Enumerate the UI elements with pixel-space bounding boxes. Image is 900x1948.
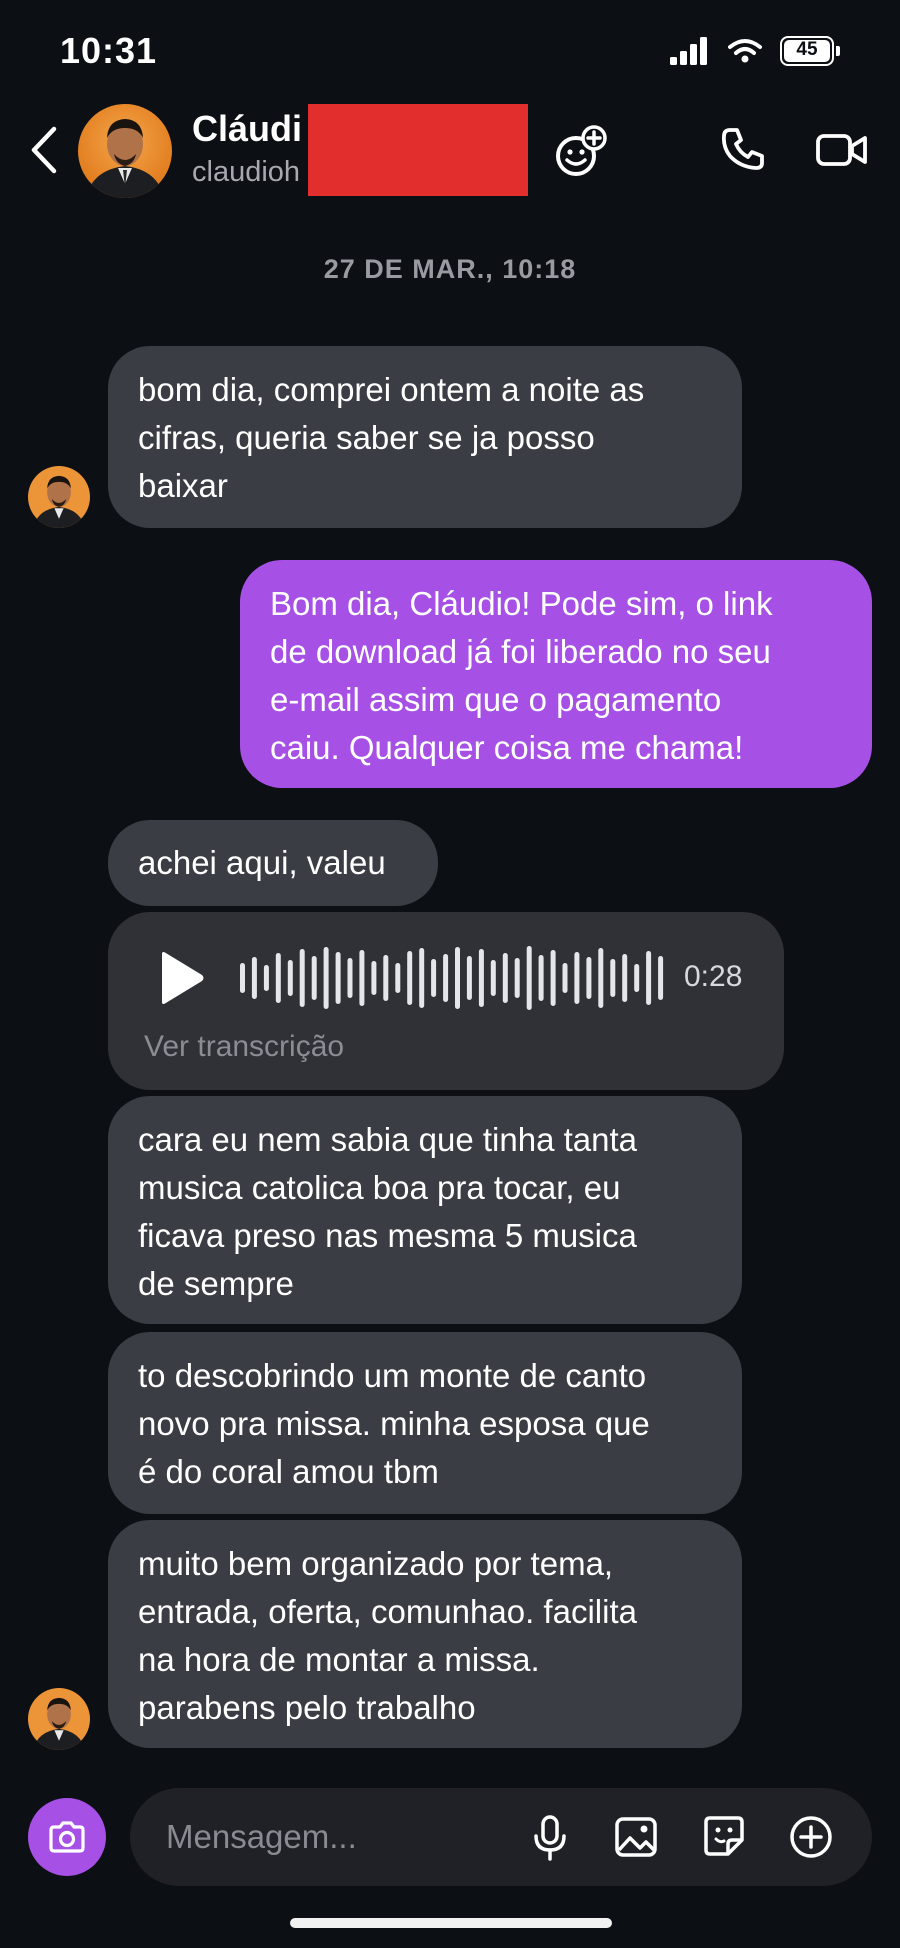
message-line: parabens pelo trabalho: [138, 1689, 476, 1726]
sender-avatar[interactable]: [28, 1688, 90, 1750]
message-line: e-mail assim que o pagamento: [270, 681, 722, 718]
message-line: caiu. Qualquer coisa me chama!: [270, 729, 744, 766]
status-time: 10:31: [60, 30, 158, 71]
contact-name[interactable]: Cláudi: [192, 108, 302, 150]
message-line: Bom dia, Cláudio! Pode sim, o link: [270, 585, 773, 622]
incoming-message[interactable]: cara eu nem sabia que tinha tanta musica…: [108, 1096, 742, 1324]
message-line: cara eu nem sabia que tinha tanta: [138, 1121, 638, 1158]
battery-icon: 45: [780, 36, 840, 66]
contact-handle[interactable]: claudioh: [192, 156, 300, 189]
message-line: de download já foi liberado no seu: [270, 633, 771, 670]
camera-button[interactable]: [28, 1798, 106, 1876]
chat-header: Cláudi claudioh: [0, 100, 900, 230]
video-icon[interactable]: [816, 130, 868, 170]
message-line: achei aqui, valeu: [138, 844, 386, 881]
message-input[interactable]: [166, 1810, 496, 1864]
message-line: de sempre: [138, 1265, 294, 1302]
message-line: baixar: [138, 467, 228, 504]
incoming-message[interactable]: to descobrindo um monte de canto novo pr…: [108, 1332, 742, 1514]
plus-icon[interactable]: [788, 1814, 834, 1860]
incoming-message[interactable]: muito bem organizado por tema, entrada, …: [108, 1520, 742, 1748]
message-input-container[interactable]: [130, 1788, 872, 1886]
phone-icon[interactable]: [720, 126, 766, 172]
message-line: musica catolica boa pra tocar, eu: [138, 1169, 621, 1206]
message-composer: [0, 1780, 900, 1890]
message-line: é do coral amou tbm: [138, 1453, 439, 1490]
redaction-block: [308, 104, 528, 196]
message-line: cifras, queria saber se ja posso: [138, 419, 595, 456]
status-icons: 45: [670, 36, 840, 66]
message-line: ficava preso nas mesma 5 musica: [138, 1217, 637, 1254]
sender-avatar[interactable]: [28, 466, 90, 528]
incoming-message[interactable]: bom dia, comprei ontem a noite as cifras…: [108, 346, 742, 528]
incoming-message[interactable]: achei aqui, valeu: [108, 820, 438, 906]
status-bar: 10:31 45: [0, 0, 900, 100]
wifi-icon: [728, 39, 762, 63]
play-icon[interactable]: [156, 950, 206, 1006]
contact-avatar[interactable]: [78, 104, 172, 198]
date-separator: 27 DE MAR., 10:18: [323, 254, 577, 284]
message-line: na hora de montar a missa.: [138, 1641, 540, 1678]
audio-waveform[interactable]: [238, 942, 668, 1014]
signal-icon: [670, 37, 707, 65]
outgoing-message[interactable]: Bom dia, Cláudio! Pode sim, o link de do…: [240, 560, 872, 788]
sticker-icon[interactable]: [702, 1814, 746, 1858]
view-transcription-link[interactable]: Ver transcrição: [144, 1030, 344, 1064]
battery-level: 45: [796, 39, 818, 60]
camera-icon: [49, 1821, 85, 1853]
mic-icon[interactable]: [532, 1814, 568, 1862]
message-line: to descobrindo um monte de canto: [138, 1357, 647, 1394]
gallery-icon[interactable]: [614, 1816, 658, 1858]
message-line: novo pra missa. minha esposa que: [138, 1405, 650, 1442]
message-line: entrada, oferta, comunhao. facilita: [138, 1593, 637, 1630]
audio-duration: 0:28: [684, 960, 743, 993]
message-line: bom dia, comprei ontem a noite as: [138, 371, 645, 408]
home-indicator: [290, 1918, 612, 1928]
add-emoji-icon[interactable]: [552, 124, 608, 180]
message-line: muito bem organizado por tema,: [138, 1545, 614, 1582]
back-icon[interactable]: [26, 125, 62, 175]
audio-message[interactable]: 0:28 Ver transcrição: [108, 912, 784, 1090]
